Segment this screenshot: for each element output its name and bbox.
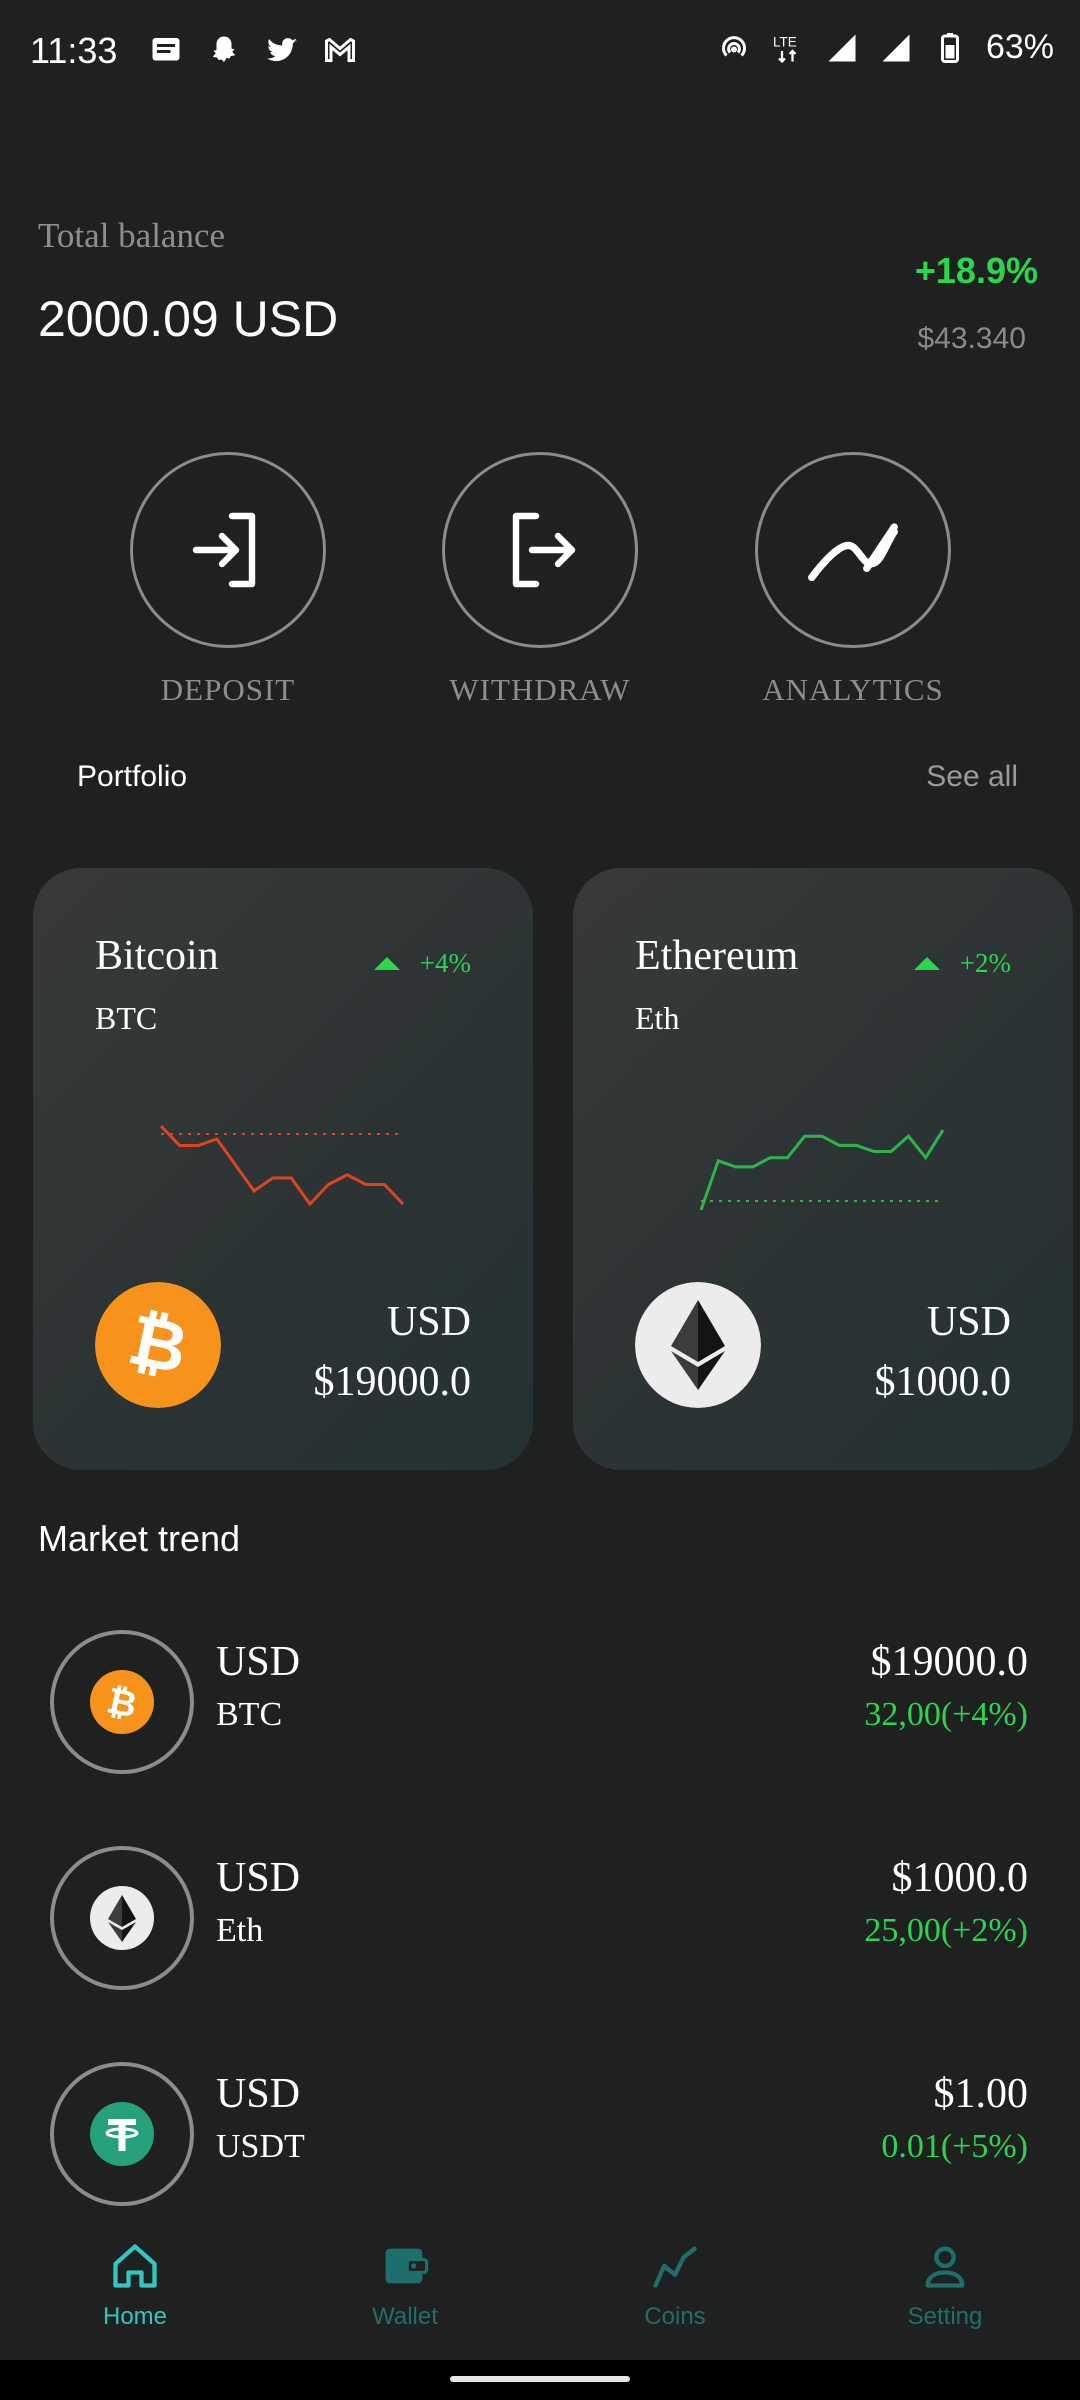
market-currency: USD: [216, 1639, 301, 1685]
deposit-button[interactable]: DEPOSIT: [128, 452, 328, 708]
bitcoin-icon: ₿: [90, 1670, 154, 1734]
card-price: $19000.0: [313, 1359, 472, 1405]
nav-wallet[interactable]: Wallet: [305, 2240, 505, 2331]
market-symbol: BTC: [216, 1696, 283, 1733]
withdraw-circle[interactable]: [442, 452, 638, 648]
coin-ring: ₿: [50, 1630, 194, 1774]
market-price: $1.00: [933, 2071, 1029, 2117]
market-currency: USD: [216, 1855, 301, 1901]
balance-value: 2000.09 USD: [38, 291, 339, 347]
lte-icon: LTE: [773, 34, 797, 63]
nav-label: Wallet: [372, 2303, 438, 2330]
market-row-eth[interactable]: USD Eth $1000.0 25,00(+2%): [0, 1846, 1080, 1996]
home-indicator: [450, 2376, 630, 2382]
market-price: $1000.0: [891, 1855, 1029, 1901]
bitcoin-icon: ₿: [95, 1282, 221, 1408]
tether-icon: [90, 2102, 154, 2166]
profile-icon: [925, 2246, 965, 2288]
market-change: 32,00(+4%): [864, 1696, 1028, 1733]
messages-icon: [152, 38, 180, 61]
coin-ring: [50, 2062, 194, 2206]
hotspot-icon: [721, 35, 746, 57]
nav-label: Home: [102, 2303, 168, 2330]
market-row-usdt[interactable]: USD USDT $1.00 0.01(+5%): [0, 2062, 1080, 2212]
coins-chart-icon: [653, 2246, 697, 2288]
coin-ring: [50, 1846, 194, 1990]
ethereum-icon: [90, 1886, 154, 1950]
portfolio-card-bitcoin[interactable]: Bitcoin BTC +4% ₿ USD $19000.0: [33, 868, 533, 1470]
market-price: $19000.0: [870, 1639, 1029, 1685]
deposit-label: DEPOSIT: [160, 672, 296, 707]
card-price: $1000.0: [874, 1359, 1012, 1405]
battery-icon: [940, 32, 959, 63]
wallet-icon: [385, 2248, 429, 2284]
signal-icon: [882, 34, 910, 61]
withdraw-label: WITHDRAW: [449, 672, 631, 707]
withdraw-button[interactable]: WITHDRAW: [440, 452, 640, 708]
analytics-button[interactable]: ANALYTICS: [753, 452, 953, 708]
analytics-circle[interactable]: [755, 452, 951, 648]
bottom-navigation: Home Wallet Coins Setting: [0, 2220, 1080, 2360]
nav-label: Setting: [907, 2303, 983, 2330]
see-all-link[interactable]: See all: [926, 760, 1018, 794]
notification-icons: [148, 32, 358, 68]
portfolio-card-ethereum[interactable]: Ethereum Eth +2% USD $1000.0: [573, 868, 1073, 1470]
nav-coins[interactable]: Coins: [575, 2240, 775, 2331]
svg-text:LTE: LTE: [773, 34, 797, 49]
deposit-circle[interactable]: [130, 452, 326, 648]
nav-label: Coins: [644, 2303, 706, 2330]
market-symbol: USDT: [216, 2128, 305, 2165]
balance-label: Total balance: [38, 216, 226, 255]
gmail-icon: [325, 37, 355, 62]
market-trend-title: Market trend: [38, 1518, 241, 1559]
analytics-label: ANALYTICS: [762, 672, 944, 707]
system-icons: LTE 63%: [716, 28, 1054, 67]
sparkline-line: [699, 1129, 945, 1211]
nav-home[interactable]: Home: [35, 2240, 235, 2331]
ethereum-icon: [635, 1282, 761, 1408]
status-bar: 11:33 LTE 63%: [0, 0, 1080, 100]
status-time: 11:33: [30, 30, 118, 71]
battery-percentage: 63%: [985, 28, 1054, 66]
signal-icon: [828, 34, 856, 61]
nav-setting[interactable]: Setting: [845, 2240, 1045, 2331]
sparkline-line: [159, 1124, 405, 1207]
market-change: 25,00(+2%): [864, 1912, 1028, 1949]
market-currency: USD: [216, 2071, 301, 2117]
snapchat-icon: [212, 36, 236, 62]
market-symbol: Eth: [216, 1912, 264, 1949]
balance-usd-value: $43.340: [917, 322, 1026, 355]
twitter-icon: [267, 38, 297, 62]
market-row-btc[interactable]: ₿ USD BTC $19000.0 32,00(+4%): [0, 1630, 1080, 1780]
balance-change: +18.9%: [914, 250, 1038, 291]
portfolio-title: Portfolio: [77, 760, 188, 793]
home-icon: [113, 2244, 157, 2288]
logout-arrow-icon: [512, 512, 576, 588]
trend-icon: [808, 523, 898, 582]
card-currency: USD: [386, 1299, 471, 1345]
market-change: 0.01(+5%): [881, 2128, 1028, 2165]
login-arrow-icon: [192, 512, 256, 588]
card-currency: USD: [926, 1299, 1011, 1345]
gesture-bar: [0, 2360, 1080, 2400]
